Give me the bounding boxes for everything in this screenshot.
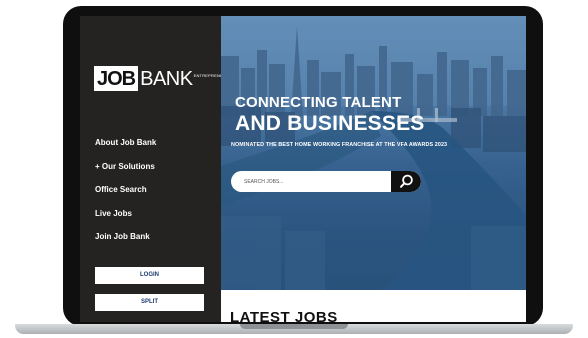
nav-item-about[interactable]: About Job Bank — [95, 138, 156, 162]
login-button[interactable]: LOGIN — [95, 267, 204, 284]
hero-subtitle: NOMINATED THE BEST HOME WORKING FRANCHIS… — [231, 142, 448, 148]
hero-banner: CONNECTING TALENT AND BUSINESSES NOMINAT… — [221, 16, 526, 290]
sidebar: JOB BANK ENTREPRENEUR About Job Bank + O… — [80, 16, 229, 322]
nav-item-live-jobs[interactable]: Live Jobs — [95, 209, 156, 233]
hero-title-line2: AND BUSINESSES — [235, 112, 425, 135]
logo-bank-text: BANK — [140, 67, 193, 90]
laptop-notch — [240, 324, 348, 329]
logo-job-text: JOB — [94, 66, 139, 91]
main-nav: About Job Bank + Our Solutions Office Se… — [95, 138, 156, 256]
search-button[interactable] — [391, 171, 421, 192]
laptop-screen: JOB BANK ENTREPRENEUR About Job Bank + O… — [80, 16, 526, 322]
job-search-bar — [231, 171, 421, 192]
latest-jobs-heading: LATEST JOBS — [230, 309, 338, 322]
nav-item-join[interactable]: Join Job Bank — [95, 232, 156, 256]
nav-item-office-search[interactable]: Office Search — [95, 185, 156, 209]
search-jobs-input[interactable] — [231, 171, 391, 192]
split-button[interactable]: SPLIT — [95, 294, 204, 311]
search-icon — [400, 174, 413, 188]
hero-title-line1: CONNECTING TALENT — [235, 94, 402, 111]
city-skyline-image — [221, 16, 526, 290]
job-bank-logo[interactable]: JOB BANK ENTREPRENEUR — [94, 66, 229, 91]
nav-item-our-solutions[interactable]: + Our Solutions — [95, 162, 156, 186]
